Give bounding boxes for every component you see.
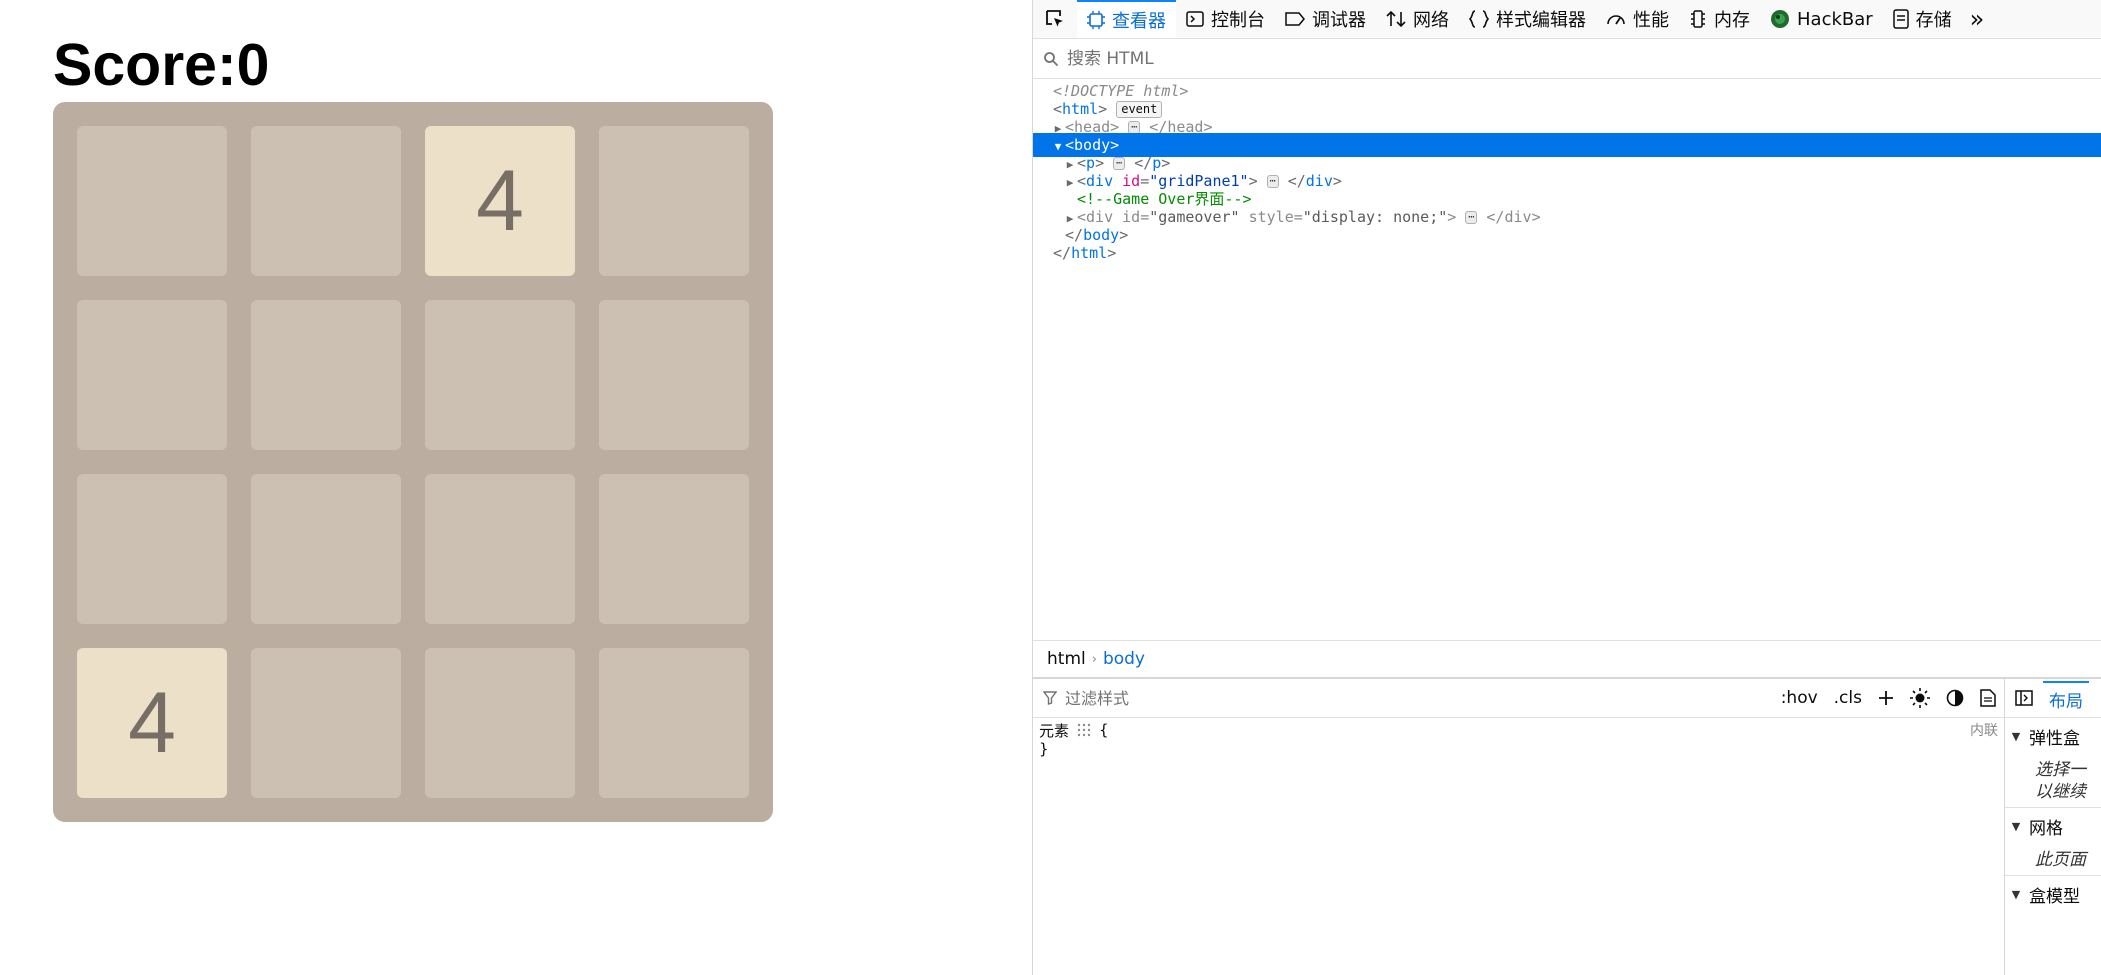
tab-layout[interactable]: 布局 [2043, 680, 2089, 716]
empty-cell [251, 474, 401, 624]
tab-console[interactable]: 控制台 [1176, 0, 1275, 38]
score-label: Score:0 [53, 32, 270, 98]
html-search-bar [1033, 39, 2101, 79]
tile: 4 [425, 126, 575, 276]
toggle-sidebar-icon[interactable] [2015, 690, 2033, 706]
more-tools-button[interactable]: » [1962, 5, 1993, 33]
tab-label: 网络 [1413, 10, 1449, 31]
tab-label: HackBar [1797, 8, 1873, 30]
search-icon [1043, 51, 1059, 67]
tab-label: 存储 [1915, 10, 1952, 31]
picker-icon [1046, 10, 1063, 27]
add-rule-button[interactable] [1878, 690, 1894, 706]
devtools-panel: 查看器 控制台 调试器 网络 样式编辑器 性能 内存 HackBar 存储 » <!DOCTYP… [1032, 0, 2101, 975]
contrast-icon [1946, 689, 1964, 707]
print-media-button[interactable] [1980, 689, 1996, 707]
empty-cell [77, 474, 227, 624]
markup-tree: <!DOCTYPE html> <html> event ▶ <head> ⋯ <… [1033, 79, 2101, 639]
light-theme-button[interactable] [1910, 688, 1930, 708]
tab-label: 调试器 [1312, 10, 1366, 31]
tab-label: 查看器 [1112, 11, 1166, 32]
breadcrumb-html[interactable]: html [1041, 649, 1092, 669]
grid-section-header[interactable]: ▼ 网格 [2005, 808, 2101, 845]
tab-label: 性能 [1633, 10, 1669, 31]
element-picker-button[interactable] [1033, 0, 1077, 38]
empty-cell [599, 648, 749, 798]
tab-label: 控制台 [1211, 10, 1265, 31]
flexbox-section-header[interactable]: ▼ 弹性盒 [2005, 718, 2101, 755]
layout-sidebar: 布局 ▼ 弹性盒 选择一 以继续 ▼ 网格 此页面 ▼ 盒模型 [2005, 679, 2101, 975]
console-icon [1186, 10, 1204, 28]
breadcrumb-body[interactable]: body [1097, 649, 1151, 669]
filter-styles-input[interactable] [1063, 687, 1567, 709]
collapse-triangle-icon: ▼ [2011, 730, 2021, 743]
tab-debugger[interactable]: 调试器 [1275, 0, 1376, 38]
dark-theme-button[interactable] [1946, 689, 1964, 707]
empty-cell [599, 474, 749, 624]
empty-cell [599, 126, 749, 276]
element-selector-label: 元素 [1039, 721, 1070, 740]
tab-inspector[interactable]: 查看器 [1077, 0, 1176, 38]
hov-toggle-button[interactable]: :hov [1781, 688, 1818, 708]
performance-icon [1606, 10, 1626, 28]
collapse-triangle-icon: ▼ [2011, 888, 2021, 901]
inline-source-label[interactable]: 内联 [1970, 720, 1998, 740]
network-icon [1386, 10, 1406, 28]
flexbox-hint: 选择一 以继续 [2035, 760, 2086, 802]
empty-cell [425, 648, 575, 798]
hackbar-icon [1770, 9, 1790, 29]
tab-hackbar[interactable]: HackBar [1760, 0, 1883, 38]
empty-cell [599, 300, 749, 450]
tree-node-html-close[interactable]: </html> [1033, 241, 2101, 265]
empty-cell [251, 126, 401, 276]
cls-toggle-button[interactable]: .cls [1834, 688, 1862, 708]
tile: 4 [77, 648, 227, 798]
game-area: Score:0 44 [0, 0, 1032, 975]
tab-style-editor[interactable]: 样式编辑器 [1459, 0, 1596, 38]
devtools-toolbar: 查看器 控制台 调试器 网络 样式编辑器 性能 内存 HackBar 存储 » [1033, 0, 2101, 39]
empty-cell [251, 648, 401, 798]
style-editor-icon [1469, 10, 1489, 28]
grid-dots-icon[interactable] [1077, 723, 1091, 737]
element-rule: 元素 { } 内联 [1033, 718, 2004, 762]
storage-icon [1892, 9, 1909, 29]
game-grid: 44 [53, 102, 773, 822]
document-icon [1980, 689, 1996, 707]
tab-performance[interactable]: 性能 [1596, 0, 1679, 38]
filter-icon [1043, 691, 1057, 705]
box-model-section-header[interactable]: ▼ 盒模型 [2005, 876, 2101, 913]
breadcrumb: html › body [1033, 640, 2101, 679]
empty-cell [77, 126, 227, 276]
close-brace: } [1039, 740, 1049, 758]
rules-toolbar: :hov .cls [1033, 679, 2004, 718]
grid-hint: 此页面 [2035, 850, 2086, 870]
tab-label: 内存 [1714, 10, 1750, 31]
search-html-input[interactable] [1065, 47, 1669, 70]
sun-icon [1910, 688, 1930, 708]
empty-cell [251, 300, 401, 450]
debugger-icon [1285, 11, 1305, 27]
tab-network[interactable]: 网络 [1376, 0, 1459, 38]
tab-memory[interactable]: 内存 [1679, 0, 1760, 38]
collapse-triangle-icon: ▼ [2011, 820, 2021, 833]
empty-cell [425, 300, 575, 450]
open-brace: { [1099, 721, 1109, 739]
sidebar-tabs: 布局 [2005, 679, 2101, 718]
plus-icon [1879, 691, 1893, 705]
empty-cell [425, 474, 575, 624]
empty-cell [77, 300, 227, 450]
inspector-icon [1087, 11, 1105, 29]
tab-label: 样式编辑器 [1496, 10, 1586, 31]
tab-storage[interactable]: 存储 [1883, 0, 1962, 38]
memory-icon [1689, 9, 1707, 29]
rules-panel: :hov .cls 元素 [1033, 679, 2005, 975]
